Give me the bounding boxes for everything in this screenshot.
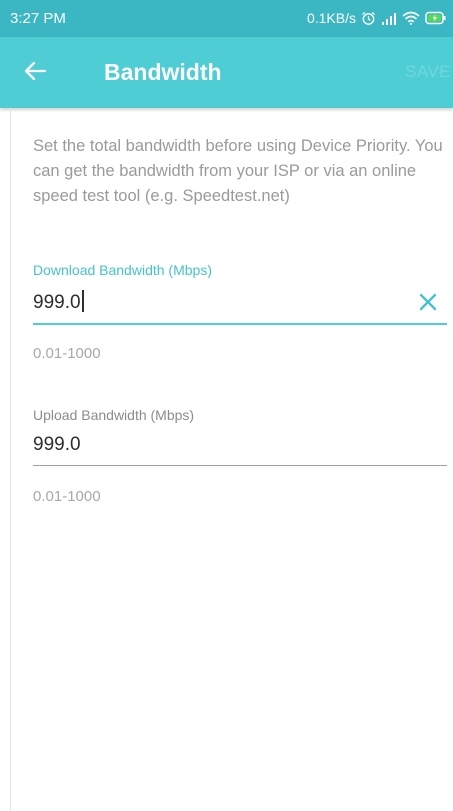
save-button[interactable]: SAVE	[405, 62, 451, 82]
upload-bandwidth-input[interactable]: 999.0	[33, 434, 81, 456]
app-bar: Bandwidth SAVE	[0, 37, 453, 108]
close-icon[interactable]	[418, 292, 438, 312]
battery-charging-icon	[425, 11, 447, 25]
download-bandwidth-underline	[33, 323, 447, 325]
download-bandwidth-value: 999.0	[33, 292, 81, 313]
signal-icon	[381, 12, 397, 25]
network-speed: 0.1KB/s	[306, 10, 356, 26]
text-cursor	[81, 290, 84, 312]
edge-divider	[10, 108, 11, 811]
download-bandwidth-input[interactable]: 999.0	[33, 290, 84, 314]
status-bar: 3:27 PM 0.1KB/s	[0, 0, 453, 37]
description-text: Set the total bandwidth before using Dev…	[33, 137, 443, 205]
status-time: 3:27 PM	[10, 10, 66, 27]
download-bandwidth-range: 0.01-1000	[33, 345, 101, 362]
download-bandwidth-label: Download Bandwidth (Mbps)	[33, 262, 212, 278]
back-button[interactable]	[24, 55, 68, 91]
bandwidth-screen: 3:27 PM 0.1KB/s Bandwidth SAVE Set the t…	[0, 0, 453, 811]
wifi-icon	[402, 11, 420, 25]
page-title: Bandwidth	[104, 59, 222, 85]
arrow-left-icon	[24, 61, 47, 86]
upload-bandwidth-value: 999.0	[33, 434, 81, 455]
status-icons: 0.1KB/s	[307, 10, 447, 26]
upload-bandwidth-range: 0.01-1000	[33, 488, 101, 505]
upload-bandwidth-underline	[33, 465, 447, 466]
upload-bandwidth-label: Upload Bandwidth (Mbps)	[33, 407, 195, 423]
alarm-icon	[361, 11, 376, 26]
